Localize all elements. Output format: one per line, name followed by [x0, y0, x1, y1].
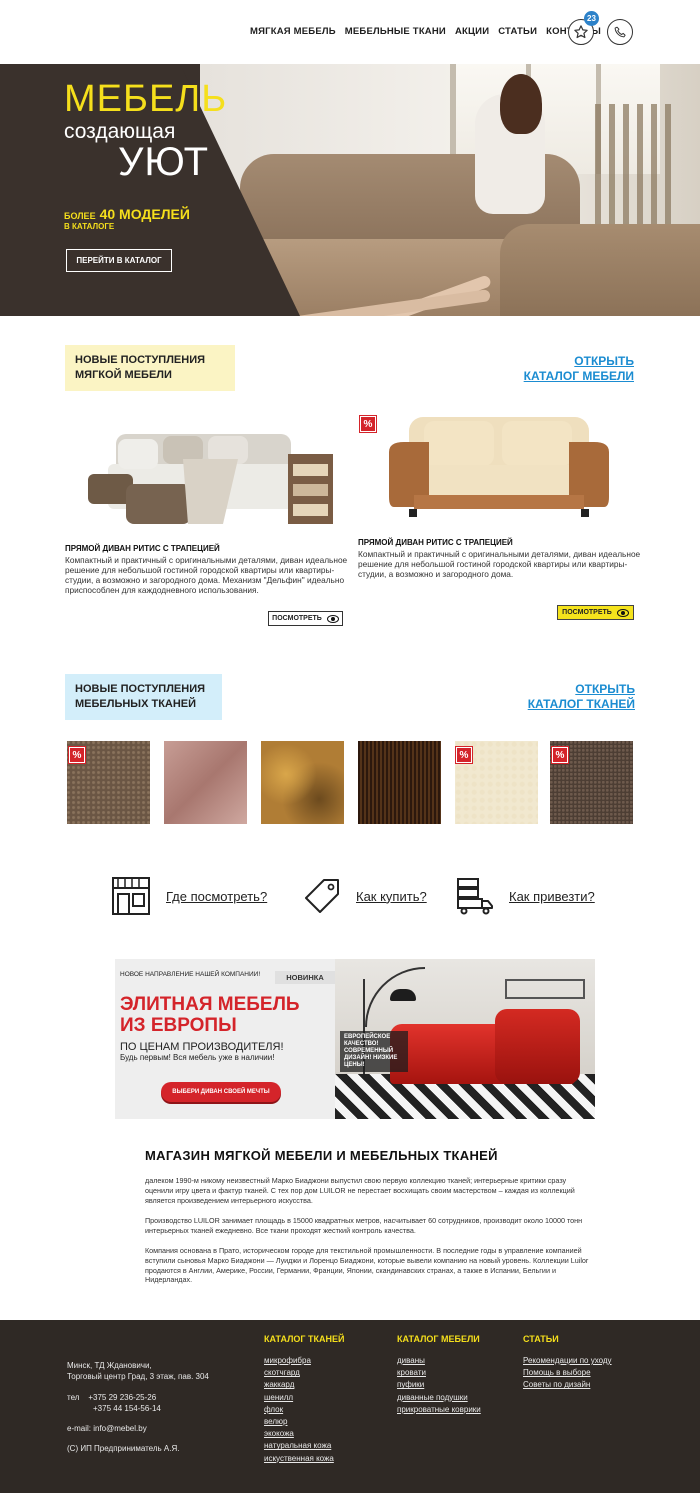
promo-top-text: Новое направление нашей компании! [120, 971, 261, 978]
promo-banner[interactable]: Новое направление нашей компании! Новинк… [115, 959, 595, 1119]
product-title[interactable]: Прямой диван Ритис с трапецией [65, 544, 220, 553]
where-to-see-link[interactable]: Где посмотреть? [110, 876, 267, 916]
footer-link[interactable]: шенилл [264, 1393, 334, 1404]
footer-col-articles-title: Статьи [523, 1334, 559, 1344]
footer-link[interactable]: кровати [397, 1368, 481, 1379]
about-paragraph: Производство LUILOR занимает площадь в 1… [145, 1216, 583, 1235]
product-title[interactable]: Прямой диван Ритис с трапецией [358, 538, 513, 547]
footer-link[interactable]: прикроватные коврики [397, 1405, 481, 1416]
promo-subtitle: по ценам производителя! [120, 1041, 284, 1053]
promo-photo: Европейское качество! Современный дизайн… [335, 959, 595, 1119]
footer-col-furniture-title: Каталог мебели [397, 1334, 480, 1344]
fabric-swatch[interactable] [164, 741, 247, 824]
footer-link[interactable]: диванные подушки [397, 1393, 481, 1404]
footer-link[interactable]: микрофибра [264, 1356, 334, 1367]
footer-col-articles: Рекомендации по уходу Помощь в выборе Со… [523, 1356, 612, 1391]
furniture-section-label: Новые поступления мягкой мебели [65, 345, 235, 391]
sale-badge: % [551, 746, 569, 764]
footer-address: Минск, ТД Ждановичи, Торговый центр Град… [67, 1361, 209, 1381]
hero-title-accent: УЮТ [118, 140, 210, 184]
open-fabric-catalog-link[interactable]: Открыть каталог тканей [470, 682, 635, 712]
sale-badge: % [455, 746, 473, 764]
hero-count-suffix: в каталоге [64, 222, 115, 231]
main-nav: Мягкая мебель Мебельные ткани Акции Стат… [250, 26, 601, 37]
price-tag-icon [305, 879, 339, 913]
sale-badge: % [68, 746, 86, 764]
eye-icon [326, 614, 339, 623]
sale-badge: % [359, 415, 377, 433]
favorites-button[interactable]: 23 [568, 11, 599, 45]
footer-link[interactable]: Советы по дизайн [523, 1380, 612, 1391]
delivery-truck-icon [457, 878, 493, 915]
product-description: Компактный и практичный с оригинальными … [358, 549, 641, 579]
choose-sofa-button[interactable]: Выбери диван своей мечты [161, 1082, 281, 1102]
favorites-count-badge: 23 [584, 11, 599, 26]
promo-note: Европейское качество! Современный дизайн… [340, 1031, 408, 1072]
footer-phones: тел +375 29 236-25-26 +375 44 154-56-14 [67, 1393, 161, 1413]
product-image[interactable] [384, 407, 614, 527]
product-description: Компактный и практичный с оригинальными … [65, 555, 348, 595]
how-to-buy-link[interactable]: Как купить? [302, 876, 427, 916]
footer-col-fabrics: микрофибра скотчгард жаккард шенилл флок… [264, 1356, 334, 1464]
promo-headline: Элитная мебель из Европы [120, 994, 300, 1036]
footer-link[interactable]: Рекомендации по уходу [523, 1356, 612, 1367]
star-icon [574, 25, 588, 39]
hero-title: МЕБЕЛЬ [64, 78, 228, 120]
footer-link[interactable]: флок [264, 1405, 334, 1416]
nav-sales[interactable]: Акции [455, 26, 489, 37]
promo-new-badge: Новинка [275, 971, 335, 984]
about-paragraph: далеком 1990-м никому неизвестный Марко … [145, 1176, 575, 1205]
fabric-section-label: Новые поступления мебельных тканей [65, 674, 222, 720]
go-to-catalog-button[interactable]: Перейти в каталог [66, 249, 172, 272]
footer-copyright: (С) ИП Предприниматель А.Я. [67, 1444, 180, 1453]
phone-icon [614, 26, 626, 37]
footer-link[interactable]: скотчгард [264, 1368, 334, 1379]
footer-col-furniture: диваны кровати пуфики диванные подушки п… [397, 1356, 481, 1416]
about-paragraph: Компания основана в Прато, историческом … [145, 1246, 589, 1285]
fabric-swatch[interactable] [358, 741, 441, 824]
footer-email[interactable]: e-mail: info@mebel.by [67, 1423, 147, 1434]
nav-articles[interactable]: Статьи [498, 26, 537, 37]
footer-link[interactable]: искуственная кожа [264, 1454, 334, 1465]
footer-link[interactable]: диваны [397, 1356, 481, 1367]
how-to-deliver-link[interactable]: Как привезти? [455, 876, 595, 916]
footer-link[interactable]: пуфики [397, 1380, 481, 1391]
about-title: Магазин мягкой мебели и мебельных тканей [145, 1148, 498, 1163]
footer-link[interactable]: экокожа [264, 1429, 334, 1440]
footer-link[interactable]: Помощь в выборе [523, 1368, 612, 1379]
footer-link[interactable]: жаккард [264, 1380, 334, 1391]
phone-button[interactable] [607, 19, 633, 45]
fabric-swatch[interactable] [261, 741, 344, 824]
product-image[interactable] [88, 414, 338, 534]
nav-soft-furniture[interactable]: Мягкая мебель [250, 26, 336, 37]
open-furniture-catalog-link[interactable]: Открыть каталог мебели [470, 354, 634, 384]
promo-tagline: Будь первым! Вся мебель уже в наличии! [120, 1053, 275, 1062]
footer-link[interactable]: велюр [264, 1417, 334, 1428]
eye-icon [616, 608, 629, 617]
view-product-button[interactable]: посмотреть [268, 611, 343, 626]
hero-model-count: более 40 моделей [64, 206, 190, 222]
nav-fabrics[interactable]: Мебельные ткани [345, 26, 446, 37]
footer-link[interactable]: натуральная кожа [264, 1441, 334, 1452]
store-icon [112, 877, 150, 915]
view-product-button[interactable]: посмотреть [557, 605, 634, 620]
footer-col-fabrics-title: Каталог тканей [264, 1334, 345, 1344]
